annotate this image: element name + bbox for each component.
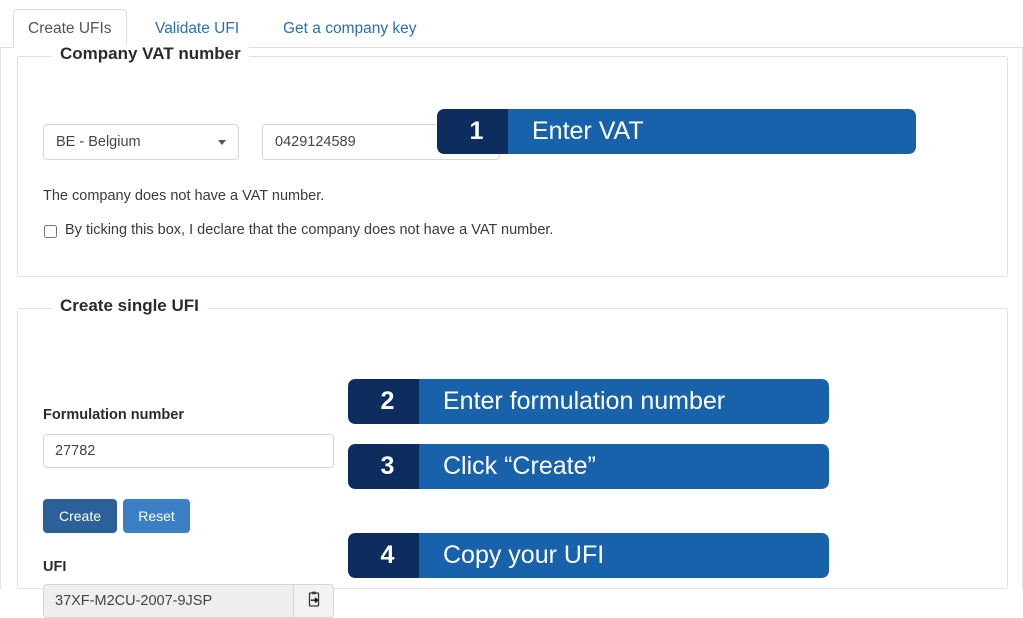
callout-step-1-number: 1 <box>437 109 516 154</box>
callout-step-4-text: Copy your UFI <box>419 533 829 578</box>
callout-step-1: 1 Enter VAT <box>437 109 916 154</box>
company-vat-fieldset: Company VAT number BE - Belgium The comp… <box>17 44 1008 277</box>
company-vat-legend: Company VAT number <box>52 44 249 64</box>
ufi-output-input[interactable] <box>43 584 293 618</box>
callout-step-2-number: 2 <box>348 379 427 424</box>
callout-step-2-text: Enter formulation number <box>419 379 829 424</box>
no-vat-declaration-checkbox[interactable] <box>44 225 57 238</box>
tab-bar: Create UFIs Validate UFI Get a company k… <box>0 0 1023 48</box>
no-vat-declaration-label[interactable]: By ticking this box, I declare that the … <box>65 222 553 238</box>
formulation-number-label: Formulation number <box>43 407 184 423</box>
callout-step-2: 2 Enter formulation number <box>348 379 829 424</box>
create-button[interactable]: Create <box>43 499 117 533</box>
callout-step-3-text: Click “Create” <box>419 444 829 489</box>
copy-ufi-button[interactable] <box>293 584 334 618</box>
tab-get-company-key-label: Get a company key <box>283 20 417 37</box>
callout-step-3-number: 3 <box>348 444 427 489</box>
callout-step-4-number: 4 <box>348 533 427 578</box>
create-single-ufi-legend: Create single UFI <box>52 296 207 316</box>
clipboard-copy-icon <box>306 591 322 611</box>
reset-button[interactable]: Reset <box>123 499 190 533</box>
country-select-value: BE - Belgium <box>56 134 141 150</box>
ufi-output-group <box>43 584 334 618</box>
tab-create-ufis-label: Create UFIs <box>28 20 112 37</box>
country-select[interactable]: BE - Belgium <box>43 124 239 160</box>
country-select-box[interactable]: BE - Belgium <box>43 124 239 160</box>
tab-validate-ufi[interactable]: Validate UFI <box>140 9 254 48</box>
tab-validate-ufi-label: Validate UFI <box>155 20 240 37</box>
callout-step-3: 3 Click “Create” <box>348 444 829 489</box>
tab-create-ufis[interactable]: Create UFIs <box>13 9 127 48</box>
no-vat-text: The company does not have a VAT number. <box>43 188 325 204</box>
callout-step-1-text: Enter VAT <box>508 109 916 154</box>
formulation-number-input[interactable] <box>43 434 334 468</box>
chevron-down-icon <box>218 140 226 145</box>
ufi-label: UFI <box>43 559 67 575</box>
callout-step-4: 4 Copy your UFI <box>348 533 829 578</box>
tab-get-company-key[interactable]: Get a company key <box>268 9 432 48</box>
